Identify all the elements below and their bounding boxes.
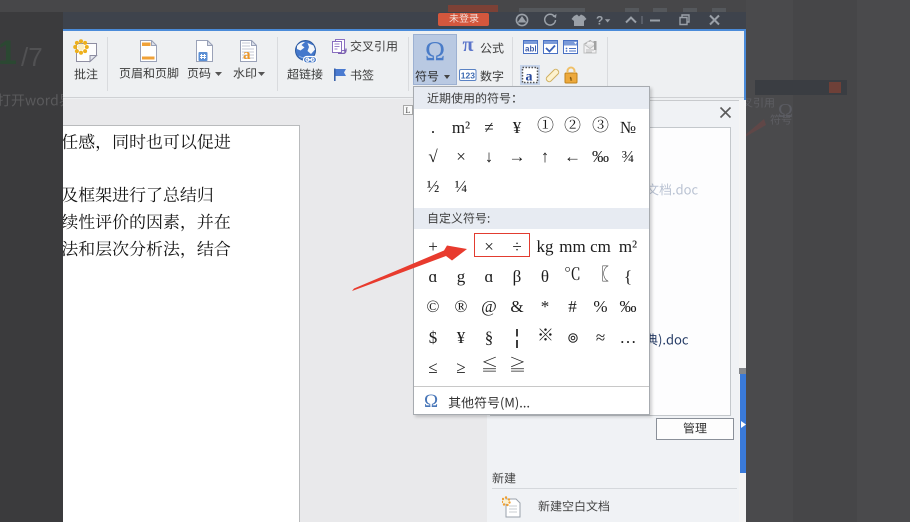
svg-text:a: a — [243, 47, 251, 62]
svg-text:?: ? — [596, 14, 603, 28]
svg-text:123: 123 — [461, 71, 475, 81]
svg-text:ab: ab — [525, 45, 534, 54]
svg-text:a: a — [526, 70, 533, 85]
